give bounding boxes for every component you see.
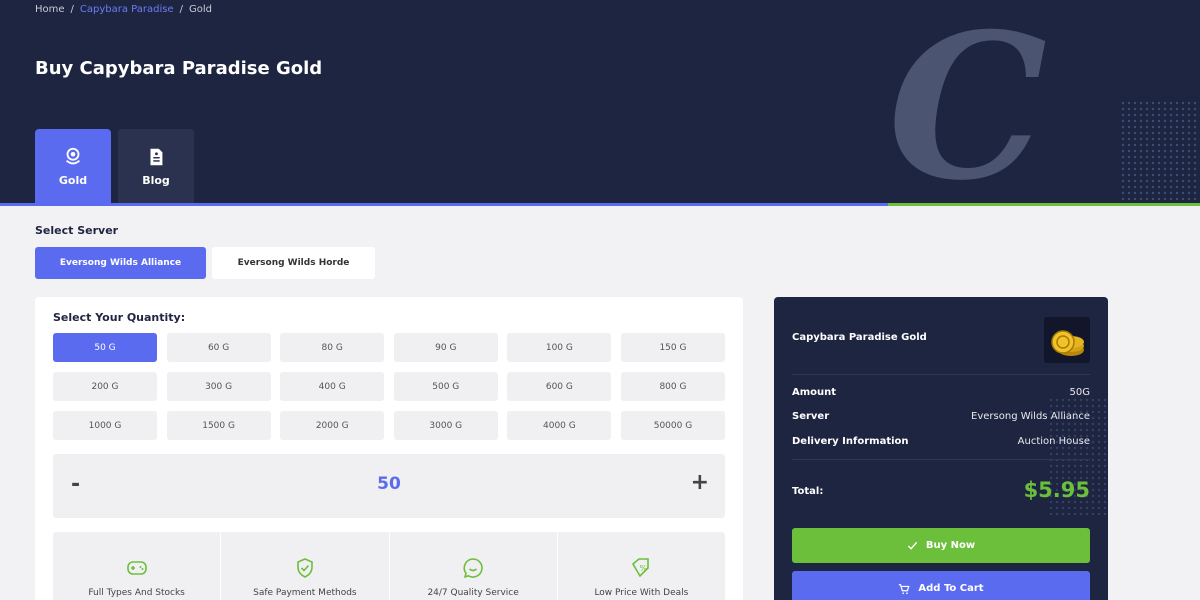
tab-label: Gold — [58, 173, 88, 187]
product-name: Capybara Paradise Gold — [792, 332, 927, 343]
summary-key: Delivery Information — [792, 436, 909, 447]
hero-dot-pattern — [1120, 100, 1200, 200]
document-icon — [150, 148, 163, 165]
summary-divider — [792, 374, 1090, 375]
summary-value: Eversong Wilds Alliance — [971, 411, 1090, 422]
feature-label: Safe Payment Methods — [253, 588, 357, 598]
buy-now-label: Buy Now — [925, 540, 976, 551]
page-title: Buy Capybara Paradise Gold — [35, 58, 323, 79]
gold-coins-icon — [1051, 330, 1084, 356]
select-server-label: Select Server — [35, 224, 119, 237]
tab-label: Blog — [142, 173, 170, 187]
quantity-option[interactable]: 600 G — [507, 372, 612, 401]
quantity-option[interactable]: 800 G — [620, 372, 725, 401]
quantity-option[interactable]: 200 G — [53, 372, 157, 401]
product-image — [1044, 317, 1090, 363]
total-price: $5.95 — [1023, 478, 1090, 502]
quantity-option[interactable]: 50000 G — [620, 411, 725, 440]
quantity-value-input[interactable]: 50 — [53, 474, 725, 494]
quantity-option[interactable]: 150 G — [620, 333, 725, 362]
quantity-option[interactable]: 1500 G — [166, 411, 271, 440]
hero-logo-letter: C — [888, 0, 1048, 207]
quantity-card: Select Your Quantity: 50 G 60 G 80 G 90 … — [35, 297, 743, 600]
quantity-option[interactable]: 80 G — [280, 333, 385, 362]
hero-accent-line-blue — [0, 203, 888, 206]
shield-check-icon — [297, 558, 313, 578]
quantity-stepper: - 50 + — [53, 454, 725, 518]
feature-label: Low Price With Deals — [594, 588, 689, 598]
breadcrumb-separator: / — [179, 4, 183, 15]
checkmark-icon — [907, 541, 918, 550]
tab-gold[interactable]: Gold — [35, 129, 111, 203]
feature-label: 24/7 Quality Service — [427, 588, 519, 598]
feature-label: Full Types And Stocks — [88, 588, 185, 598]
add-to-cart-button[interactable]: Add To Cart — [792, 571, 1090, 600]
summary-value: Auction House — [1017, 436, 1090, 447]
summary-value: 50G — [1069, 387, 1090, 398]
quantity-option[interactable]: 1000 G — [53, 411, 157, 440]
features-strip: Full Types And Stocks Safe Payment Metho… — [53, 532, 725, 600]
svg-text:%: % — [640, 564, 648, 573]
server-option-horde[interactable]: Eversong Wilds Horde — [212, 247, 375, 279]
total-label: Total: — [792, 486, 824, 497]
breadcrumb-game[interactable]: Capybara Paradise — [80, 4, 174, 15]
server-option-alliance[interactable]: Eversong Wilds Alliance — [35, 247, 206, 279]
add-to-cart-label: Add To Cart — [918, 583, 984, 594]
feature-item: Full Types And Stocks — [53, 532, 222, 600]
quantity-option[interactable]: 100 G — [507, 333, 612, 362]
gold-coins-icon — [65, 147, 81, 164]
summary-key: Amount — [792, 387, 837, 398]
summary-key: Server — [792, 411, 830, 422]
quantity-option[interactable]: 300 G — [166, 372, 271, 401]
cart-icon — [899, 583, 910, 594]
quantity-option[interactable]: 400 G — [280, 372, 385, 401]
discount-tag-icon: % — [632, 558, 650, 578]
breadcrumb-separator: / — [70, 4, 74, 15]
feature-item: % Low Price With Deals — [558, 532, 725, 600]
order-summary-panel: Capybara Paradise Gold Amount 50G Server… — [774, 297, 1108, 600]
summary-row-server: Server Eversong Wilds Alliance — [792, 411, 1090, 422]
select-quantity-label: Select Your Quantity: — [53, 311, 186, 324]
gamepad-icon — [126, 561, 147, 575]
breadcrumb: Home / Capybara Paradise / Gold — [35, 4, 212, 15]
quantity-option[interactable]: 60 G — [166, 333, 271, 362]
quantity-option[interactable]: 90 G — [393, 333, 498, 362]
buy-now-button[interactable]: Buy Now — [792, 528, 1090, 563]
hero-banner: C Home / Capybara Paradise / Gold Buy Ca… — [0, 0, 1200, 206]
increment-button[interactable]: + — [691, 470, 709, 495]
quantity-option[interactable]: 2000 G — [280, 411, 385, 440]
feature-item: 24/7 Quality Service — [390, 532, 558, 600]
breadcrumb-current: Gold — [189, 4, 212, 15]
quantity-option[interactable]: 3000 G — [393, 411, 498, 440]
summary-row-amount: Amount 50G — [792, 387, 1090, 398]
hero-accent-line-green — [888, 203, 1200, 206]
breadcrumb-home[interactable]: Home — [35, 4, 65, 15]
quantity-option[interactable]: 50 G — [53, 333, 157, 362]
tab-blog[interactable]: Blog — [118, 129, 194, 203]
quantity-options-grid: 50 G 60 G 80 G 90 G 100 G 150 G 200 G 30… — [53, 333, 725, 440]
feature-item: Safe Payment Methods — [221, 532, 390, 600]
quantity-option[interactable]: 4000 G — [507, 411, 612, 440]
summary-row-delivery: Delivery Information Auction House — [792, 436, 1090, 447]
chat-icon — [463, 558, 483, 578]
quantity-option[interactable]: 500 G — [393, 372, 498, 401]
summary-divider — [792, 459, 1090, 460]
